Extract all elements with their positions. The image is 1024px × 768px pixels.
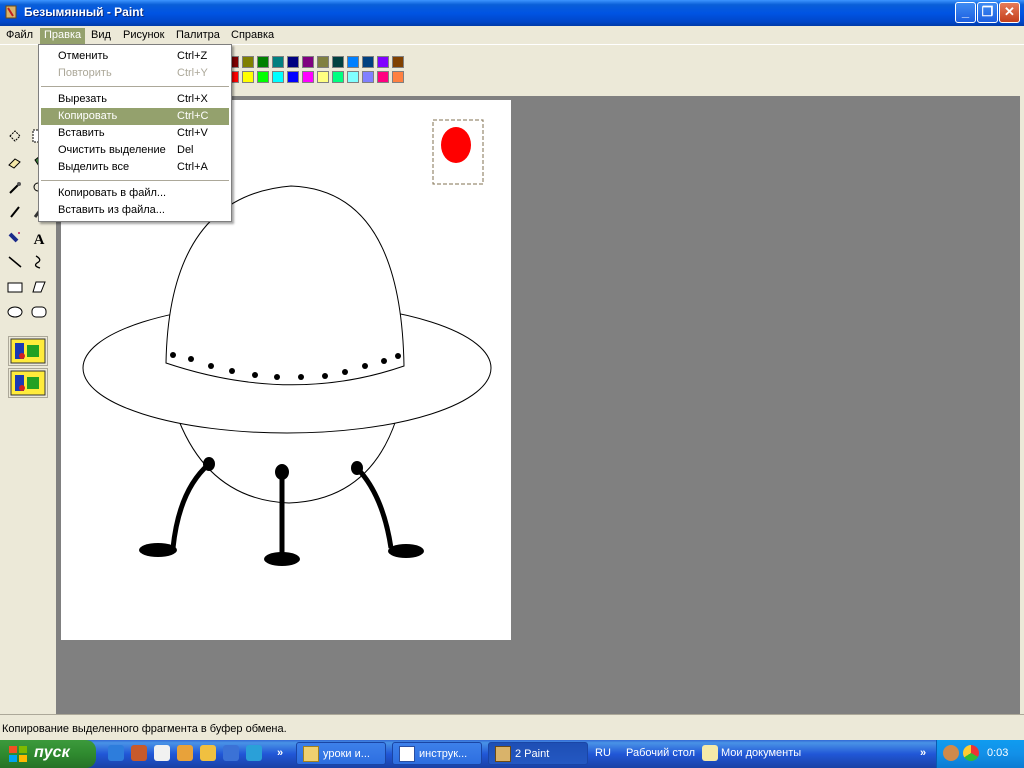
status-bar: Копирование выделенного фрагмента в буфе… [0,714,1024,741]
window-title: Безымянный - Paint [24,5,144,19]
palette-swatch[interactable] [332,56,344,68]
vertical-scrollbar[interactable] [1020,96,1024,714]
calculator-icon[interactable] [154,745,170,761]
palette-swatch[interactable] [362,71,374,83]
language-indicator[interactable]: RU [595,747,611,759]
menu-paste-from-file[interactable]: Вставить из файла... [41,202,229,219]
menu-view[interactable]: Вид [87,28,115,44]
my-documents-link[interactable]: Мои документы [721,747,801,759]
eraser-icon[interactable] [4,154,26,176]
palette-swatch[interactable] [392,71,404,83]
menu-file[interactable]: Файл [2,28,37,44]
start-label: пуск [34,744,70,761]
palette-swatch[interactable] [287,56,299,68]
tray-arrow-icon[interactable] [943,745,959,761]
menu-palette[interactable]: Палитра [172,28,224,44]
ellipse-icon[interactable] [4,304,26,326]
free-select-icon[interactable] [4,128,26,150]
word-icon [399,746,415,762]
rounded-rect-icon[interactable] [28,304,50,326]
taskbar-button-paint[interactable]: 2 Paint [488,742,588,765]
media-player-icon[interactable] [131,745,147,761]
line-icon[interactable] [4,254,26,276]
menu-cut[interactable]: Вырезать Ctrl+X [41,91,229,108]
menu-paste[interactable]: Вставить Ctrl+V [41,125,229,142]
selection-mode-opaque[interactable] [8,336,48,366]
menu-image[interactable]: Рисунок [119,28,169,44]
menu-undo[interactable]: Отменить Ctrl+Z [41,48,229,65]
desktop-toolbar-label[interactable]: Рабочий стол [626,747,695,759]
palette-swatch[interactable] [257,56,269,68]
ie-quicklaunch-icon[interactable] [246,745,262,761]
palette-swatch[interactable] [332,71,344,83]
folder-icon [303,746,319,762]
quicklaunch-more-icon[interactable]: » [277,747,283,759]
text-tool-icon[interactable]: A [28,229,50,251]
curve-icon[interactable] [28,254,50,276]
palette-swatch[interactable] [317,71,329,83]
restore-button[interactable]: ❐ [977,2,998,23]
red-oval [441,127,471,163]
chrome-icon[interactable] [963,745,979,761]
airbrush-icon[interactable] [4,229,26,251]
system-tray: 0:03 [936,740,1024,768]
menu-edit[interactable]: Правка [40,28,86,44]
title-bar[interactable]: Безымянный - Paint _ ❐ ✕ [0,0,1024,26]
status-text: Копирование выделенного фрагмента в буфе… [2,723,287,735]
menu-copy[interactable]: Копировать Ctrl+C [41,108,229,125]
palette-swatch[interactable] [377,56,389,68]
color-picker-icon[interactable] [4,180,26,202]
palette-swatch[interactable] [242,56,254,68]
toolbar-more-icon[interactable]: » [920,747,926,759]
palette-swatch[interactable] [272,71,284,83]
menu-help[interactable]: Справка [227,28,278,44]
selection-mode-transparent[interactable] [8,368,48,398]
paint-app-icon [5,5,17,19]
palette-swatch[interactable] [257,71,269,83]
close-button[interactable]: ✕ [999,2,1020,23]
palette-swatch[interactable] [302,71,314,83]
menu-clear-selection[interactable]: Очистить выделение Del [41,142,229,159]
menu-separator [41,86,229,87]
edit-menu-dropdown: Отменить Ctrl+Z Повторить Ctrl+Y Вырезат… [38,44,232,222]
taskbar-button-folder[interactable]: уроки и... [296,742,386,765]
palette-swatch[interactable] [392,56,404,68]
windows-logo-icon [9,746,27,762]
palette-swatch[interactable] [347,71,359,83]
menu-redo[interactable]: Повторить Ctrl+Y [41,65,229,82]
clock-icon[interactable] [177,745,193,761]
my-documents-icon [702,745,718,761]
palette-swatch[interactable] [302,56,314,68]
game-icon[interactable] [200,745,216,761]
palette-swatch[interactable] [317,56,329,68]
palette-swatch[interactable] [377,71,389,83]
menu-copy-to-file[interactable]: Копировать в файл... [41,185,229,202]
paint-icon [495,746,511,762]
palette-swatch[interactable] [362,56,374,68]
ie-icon[interactable] [108,745,124,761]
taskbar-button-word[interactable]: инструк... [392,742,482,765]
clock: 0:03 [987,747,1009,759]
start-button[interactable]: пуск [0,740,96,768]
polygon-icon[interactable] [28,279,50,301]
palette-swatch[interactable] [347,56,359,68]
taskbar: пуск » уроки и... инструк... 2 Paint RU … [0,740,1024,768]
rectangle-icon[interactable] [4,279,26,301]
minimize-button[interactable]: _ [955,2,976,23]
palette-swatch[interactable] [242,71,254,83]
palette-swatch[interactable] [287,71,299,83]
pencil-icon[interactable] [4,204,26,226]
palette-swatch[interactable] [272,56,284,68]
word-quicklaunch-icon[interactable] [223,745,239,761]
menu-separator [41,180,229,181]
menu-select-all[interactable]: Выделить все Ctrl+A [41,159,229,176]
menu-bar: Файл Правка Вид Рисунок Палитра Справка [0,26,1024,44]
